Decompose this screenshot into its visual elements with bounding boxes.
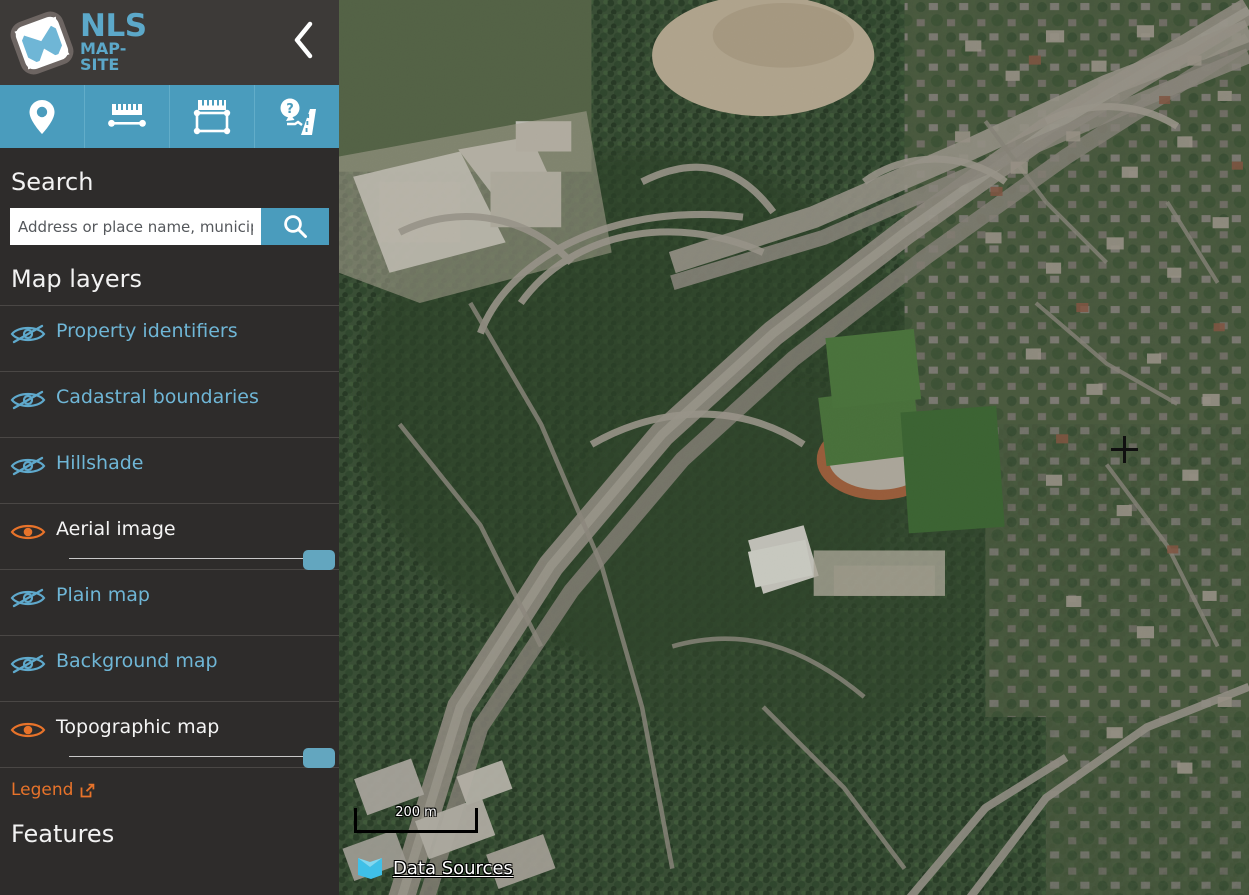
ruler-area-icon: [193, 99, 231, 134]
layer-visibility-toggle[interactable]: [0, 714, 56, 742]
eye-icon: [10, 524, 46, 540]
layer-visibility-toggle[interactable]: [0, 582, 56, 610]
layer-visibility-toggle[interactable]: [0, 516, 56, 544]
application-root: NLS MAP- SITE ? Search Address or place …: [0, 0, 1249, 895]
data-sources-link[interactable]: Data Sources: [393, 858, 513, 879]
data-sources-row: Data Sources: [357, 856, 513, 880]
layer-label: Property identifiers: [56, 320, 238, 342]
search-input[interactable]: [10, 208, 261, 245]
sidebar-panel: NLS MAP- SITE ? Search Address or place …: [0, 0, 339, 895]
layer-label: Aerial image: [56, 518, 176, 540]
eye-slash-icon: [10, 588, 46, 608]
collapse-panel-button[interactable]: [283, 16, 323, 64]
layer-label: Plain map: [56, 584, 150, 606]
sidebar-header: NLS MAP- SITE: [0, 0, 339, 85]
chevron-left-icon: [294, 21, 313, 59]
layer-label: Hillshade: [56, 452, 144, 474]
route-info-tool[interactable]: ?: [255, 85, 339, 148]
logo-secondary-line2: SITE: [80, 55, 120, 75]
map-layer-row[interactable]: Aerial image: [0, 504, 339, 570]
map-layers-list: Property identifiers Cadastral boundaries…: [0, 305, 339, 768]
layer-opacity-handle[interactable]: [303, 550, 335, 570]
ruler-line-icon: [108, 103, 146, 127]
map-layer-row[interactable]: Hillshade: [0, 438, 339, 504]
external-link-icon: [81, 783, 95, 797]
layer-label: Topographic map: [56, 716, 220, 738]
layer-opacity-track: [69, 756, 335, 757]
map-layer-row[interactable]: Plain map: [0, 570, 339, 636]
map-layer-row[interactable]: Property identifiers: [0, 306, 339, 372]
measure-distance-tool[interactable]: [85, 85, 170, 148]
search-submit-button[interactable]: [261, 208, 329, 245]
layer-opacity-slider[interactable]: [69, 748, 335, 768]
aerial-imagery: [339, 0, 1249, 895]
search-section: Search: [0, 148, 339, 259]
road-question-icon: ?: [280, 98, 316, 135]
eye-icon: [10, 722, 46, 738]
eye-slash-icon: [10, 324, 46, 344]
map-scale-bar: 200 m: [354, 805, 478, 833]
features-heading: Features: [11, 820, 115, 848]
map-layers-heading: Map layers: [11, 265, 142, 293]
layer-opacity-slider[interactable]: [69, 550, 335, 570]
logo-wordmark: NLS MAP- SITE: [80, 7, 147, 75]
map-viewport[interactable]: 200 m Data Sources: [339, 0, 1249, 895]
layer-visibility-toggle[interactable]: [0, 648, 56, 676]
nls-mark-icon: [358, 858, 382, 879]
map-tools-bar: ?: [0, 85, 339, 148]
map-layer-row[interactable]: Cadastral boundaries: [0, 372, 339, 438]
layer-label: Cadastral boundaries: [56, 386, 259, 408]
map-pin-icon: [29, 99, 55, 134]
layer-visibility-toggle[interactable]: [0, 384, 56, 412]
measure-area-tool[interactable]: [170, 85, 255, 148]
sidebar-scroll-region: Search Map layers Property identifiers Ca…: [0, 148, 339, 895]
legend-link[interactable]: Legend: [11, 780, 95, 800]
layer-visibility-toggle[interactable]: [0, 450, 56, 478]
logo-primary-text: NLS: [80, 7, 147, 44]
nls-logo-icon: [10, 11, 74, 74]
search-icon: [283, 215, 307, 238]
legend-row: Legend: [0, 768, 339, 806]
eye-slash-icon: [10, 456, 46, 476]
legend-label: Legend: [11, 780, 74, 800]
layer-visibility-toggle[interactable]: [0, 318, 56, 346]
eye-slash-icon: [10, 390, 46, 410]
search-heading: Search: [11, 168, 94, 196]
eye-slash-icon: [10, 654, 46, 674]
svg-text:?: ?: [286, 102, 294, 117]
layer-opacity-track: [69, 558, 335, 559]
map-scale-label: 200 m: [395, 805, 437, 820]
layer-opacity-handle[interactable]: [303, 748, 335, 768]
map-layer-row[interactable]: Background map: [0, 636, 339, 702]
map-layer-row[interactable]: Topographic map: [0, 702, 339, 768]
search-row: [10, 208, 329, 245]
place-marker-tool[interactable]: [0, 85, 85, 148]
layer-label: Background map: [56, 650, 218, 672]
